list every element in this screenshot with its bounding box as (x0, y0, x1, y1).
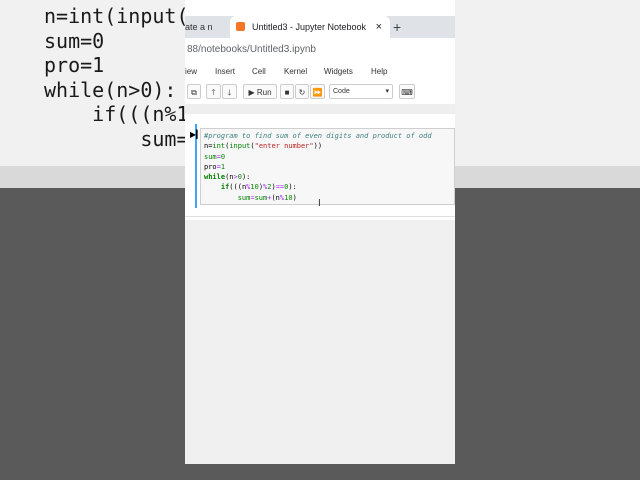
bg-code-line: while(n>0): (44, 77, 177, 102)
tab-previous[interactable]: ate a n (185, 16, 225, 38)
cell-type-select[interactable]: Code ▾ (329, 84, 393, 99)
move-up-icon[interactable]: 🡑 (206, 84, 221, 99)
menu-view[interactable]: iew (185, 62, 197, 82)
menu-help[interactable]: Help (371, 62, 387, 82)
bg-code-line: sum=0 (44, 28, 105, 53)
menu-kernel[interactable]: Kernel (284, 62, 307, 82)
restart-icon[interactable]: ↻ (295, 84, 309, 99)
tab-title: Untitled3 - Jupyter Notebook (252, 22, 367, 32)
page-divider (185, 216, 455, 217)
run-button[interactable]: ▶ Run (243, 84, 277, 99)
code-comment: #program to find sum of even digits and … (204, 132, 432, 140)
browser-window: ate a n Untitled3 - Jupyter Notebook × +… (185, 0, 455, 464)
menu-cell[interactable]: Cell (252, 62, 266, 82)
menu-insert[interactable]: Insert (215, 62, 235, 82)
tab-strip: ate a n Untitled3 - Jupyter Notebook × + (185, 16, 455, 38)
move-down-icon[interactable]: 🡓 (222, 84, 237, 99)
address-text: 88/notebooks/Untitled3.ipynb (187, 44, 316, 55)
chevron-down-icon: ▾ (385, 88, 389, 95)
code-line-3: sum=0 (204, 152, 226, 161)
new-tab-icon[interactable]: + (393, 16, 401, 38)
cell-type-value: Code (333, 88, 350, 95)
code-line-2: n=int(input("enter number")) (204, 142, 323, 151)
code-line-6: if(((n%10)%2)==0): (220, 183, 297, 192)
text-cursor-icon: I (318, 198, 321, 209)
notebook-empty-area (185, 220, 455, 464)
bg-code-line: sum=s (44, 126, 201, 151)
code-line-4: pro=1 (204, 162, 226, 171)
code-line-7: sum=sum+(n%10) (237, 193, 297, 202)
jupyter-favicon-icon (236, 22, 245, 31)
background-code: n=int(input(" sum=0 pro=1 while(n>0): if… (44, 4, 201, 152)
close-icon[interactable]: × (376, 16, 382, 38)
address-bar[interactable]: 88/notebooks/Untitled3.ipynb (185, 38, 455, 63)
paste-icon[interactable]: ⧉ (187, 84, 201, 99)
menu-widgets[interactable]: Widgets (324, 62, 353, 82)
notebook-toolbar: ⧉ 🡑 🡓 ▶ Run ■ ↻ ⏩ Code ▾ ⌨ (185, 82, 455, 102)
toolbar-separator (185, 104, 455, 114)
code-editor[interactable]: #program to find sum of even digits and … (200, 128, 455, 205)
keyboard-icon[interactable]: ⌨ (399, 84, 415, 99)
notebook-menubar: iew Insert Cell Kernel Widgets Help (185, 62, 455, 82)
bg-code-line: if(((n%10 (44, 102, 201, 127)
bg-code-line: pro=1 (44, 53, 105, 78)
tab-jupyter-notebook[interactable]: Untitled3 - Jupyter Notebook × (230, 16, 390, 38)
code-line-5: while(n>0): (204, 173, 251, 182)
bg-code-line: n=int(input(" (44, 4, 201, 28)
stop-icon[interactable]: ■ (280, 84, 294, 99)
fast-forward-icon[interactable]: ⏩ (310, 84, 325, 99)
